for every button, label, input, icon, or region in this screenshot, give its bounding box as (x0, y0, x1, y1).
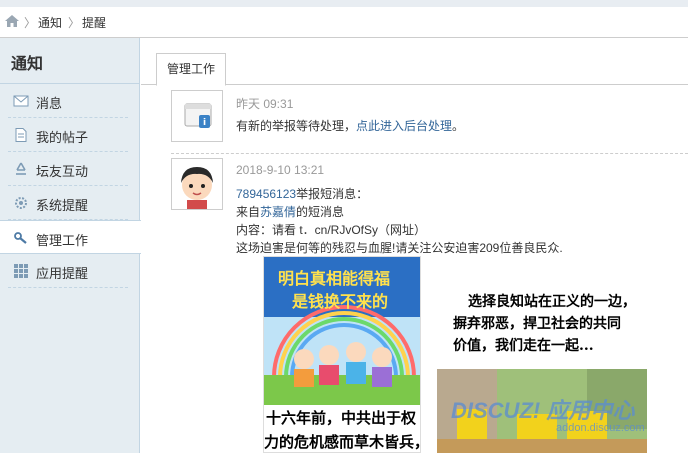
breadcrumb-notices[interactable]: 通知 (38, 14, 62, 31)
breadcrumb-reminders[interactable]: 提醒 (82, 14, 106, 31)
svg-text:i: i (203, 118, 206, 128)
poster-caption: 十六年前，中共出于权 (266, 409, 417, 427)
recycle-icon (16, 162, 26, 175)
watermark-logo: DISCUZ! 应用中心 (451, 398, 635, 423)
sidebar-item-label: 管理工作 (36, 233, 89, 248)
reporter-link[interactable]: 789456123 (236, 187, 296, 201)
sidebar-item-app-reminders[interactable]: 应用提醒 (0, 254, 140, 288)
sidebar-item-label: 消息 (36, 96, 63, 111)
sidebar-item-system-reminders[interactable]: 系统提醒 (0, 186, 140, 220)
image2-text: 摒弃邪恶，捍卫社会的共同 (453, 316, 621, 332)
image2-text: 选择良知站在正义的一边， (468, 294, 636, 310)
notice-divider (171, 153, 688, 154)
image2-text: 价值，我们走在一起... (453, 338, 594, 354)
admin-panel-link[interactable]: 点此进入后台处理 (356, 119, 452, 133)
sidebar-item-messages[interactable]: 消息 (0, 84, 140, 118)
gear-icon (15, 197, 27, 209)
sidebar: 通知 消息 我的帖子 坛友互动 系统提醒 管理工作 应用提醒 (0, 38, 141, 453)
main-content: 管理工作 i 昨天 09:31 有新的举报等待处理，点此进入后台处理。 2018… (141, 38, 688, 453)
sender-link[interactable]: 苏嘉倩 (260, 205, 296, 219)
sidebar-item-label: 坛友互动 (36, 164, 89, 179)
tab-bar: 管理工作 (141, 38, 688, 86)
notice-text: 来自苏嘉倩的短消息 (236, 205, 345, 219)
watermark-url: addon.discuz.com (556, 422, 645, 434)
breadcrumb-separator: 〉 (68, 16, 81, 30)
envelope-icon (13, 95, 29, 107)
avatar[interactable] (171, 158, 223, 210)
system-notice-icon: i (171, 90, 223, 142)
sidebar-item-management[interactable]: 管理工作 (0, 220, 141, 254)
notice-text: 内容：请看 t．cn/RJvOfSy（网址） (236, 223, 427, 237)
top-strip (0, 0, 688, 7)
notice-text: 有新的举报等待处理，点此进入后台处理。 (236, 119, 465, 133)
tab-management[interactable]: 管理工作 (156, 53, 227, 86)
notice-time: 昨天 09:31 (236, 97, 294, 111)
notice-text: 这场迫害是何等的残忍与血腥!请关注公安迫害209位善良民众. (236, 241, 563, 255)
wrench-icon (14, 232, 27, 244)
sidebar-title: 通知 (11, 56, 44, 73)
grid-icon (14, 264, 28, 278)
sidebar-item-label: 应用提醒 (36, 266, 89, 281)
sidebar-item-label: 我的帖子 (36, 130, 89, 145)
sidebar-item-interactions[interactable]: 坛友互动 (0, 152, 140, 186)
notice-text: 789456123举报短消息： (236, 187, 369, 201)
poster-caption: 力的危机感而草木皆兵， (264, 433, 421, 451)
poster-subtitle: 是钱换不来的 (292, 292, 389, 311)
embedded-poster-image: 明白真相能得福 是钱换不来的 十六年前，中共出于权 力的危机感而草木皆兵， (263, 256, 421, 453)
notice-time: 2018-9-10 13:21 (236, 163, 325, 177)
document-icon (15, 128, 27, 142)
home-icon[interactable] (5, 15, 19, 27)
breadcrumb: 〉 通知 〉 提醒 (0, 7, 688, 38)
poster-title: 明白真相能得福 (278, 269, 391, 288)
breadcrumb-separator: 〉 (24, 16, 37, 30)
sidebar-item-my-posts[interactable]: 我的帖子 (0, 118, 140, 152)
sidebar-item-label: 系统提醒 (36, 198, 89, 213)
